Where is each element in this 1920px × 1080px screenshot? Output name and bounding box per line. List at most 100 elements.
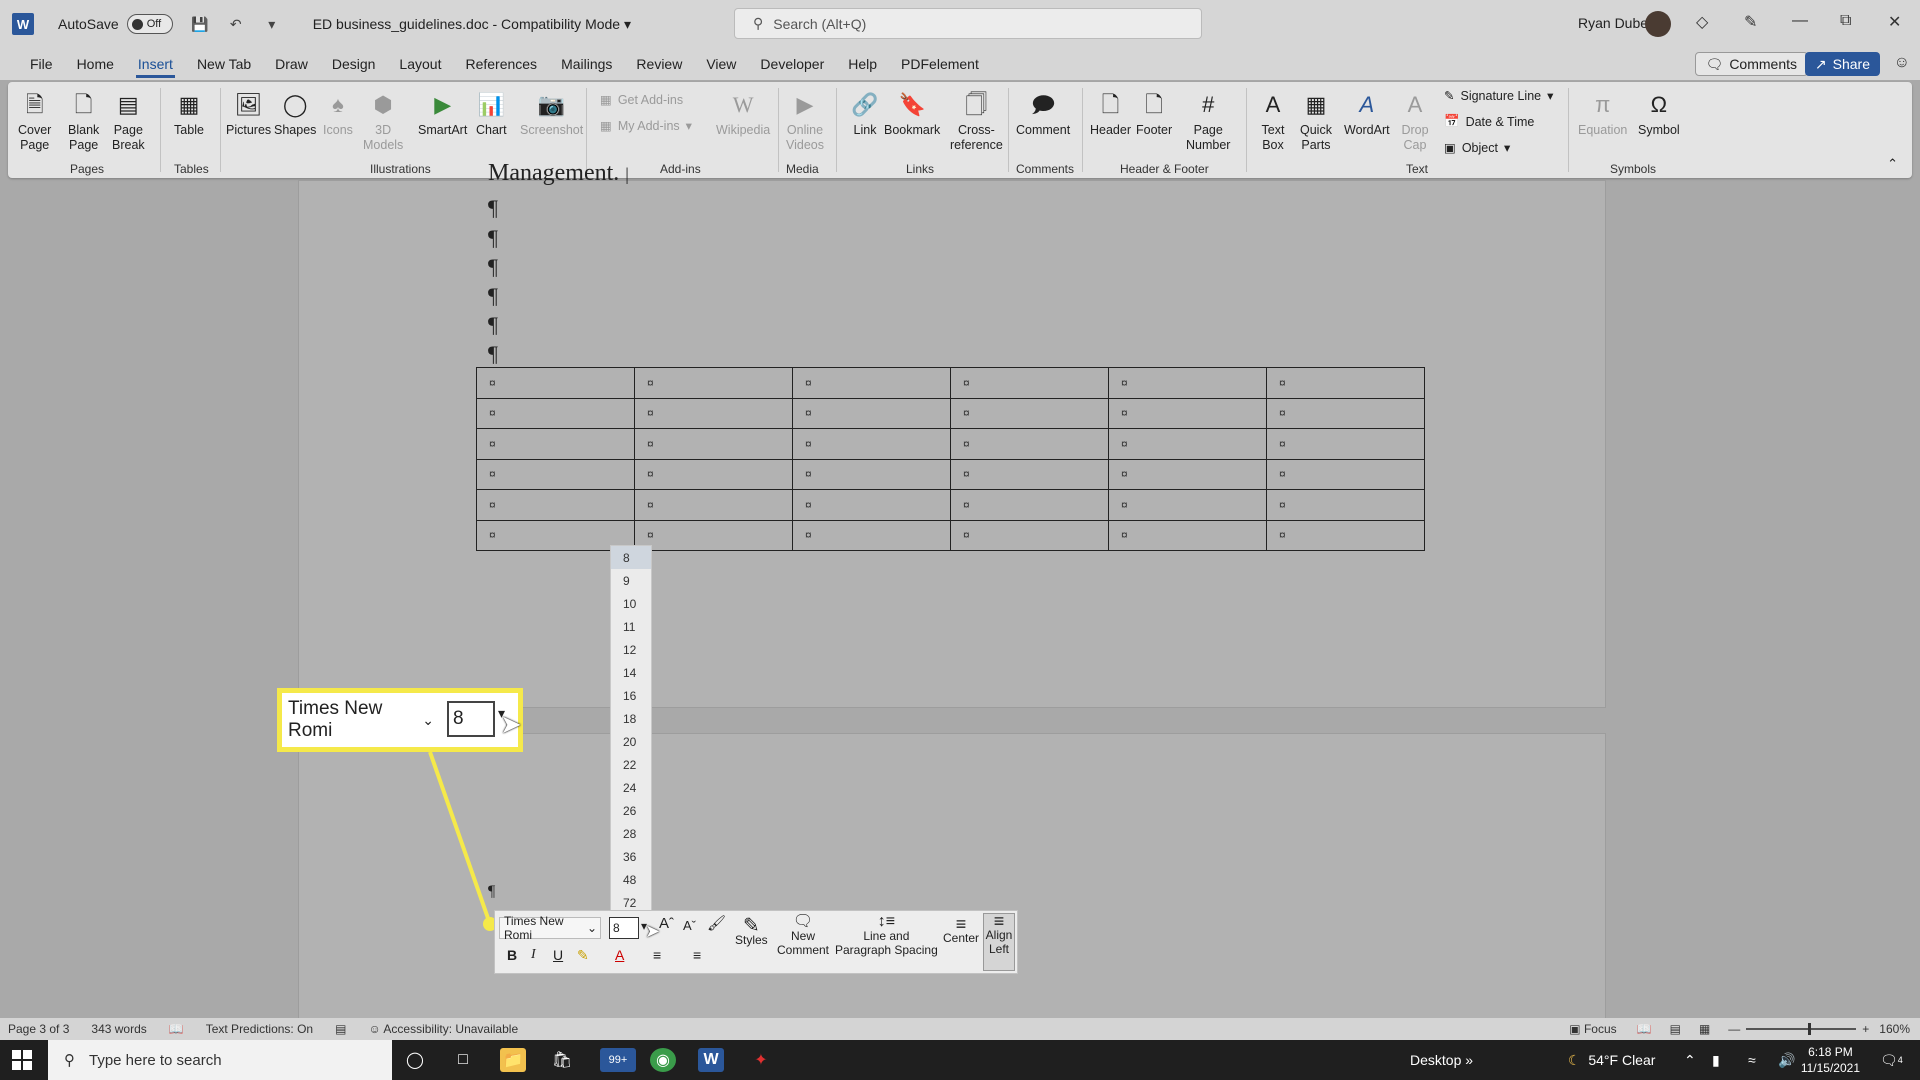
online-videos-button[interactable]: ▶ Online Videos	[786, 88, 824, 153]
volume-icon[interactable]: 🔊	[1778, 1040, 1795, 1080]
font-size-option[interactable]: 11	[611, 615, 651, 638]
underline-button[interactable]: U	[553, 947, 563, 963]
table-cell[interactable]: ¤	[792, 489, 951, 521]
customize-qat-icon[interactable]: ▾	[263, 15, 281, 33]
pdf-app-icon[interactable]: ✦	[748, 1048, 774, 1072]
date-time-button[interactable]: 📅 Date & Time	[1444, 114, 1534, 129]
table-cell[interactable]: ¤	[950, 458, 1109, 490]
document-table[interactable]: ¤ ¤ ¤ ¤ ¤ ¤ ¤ ¤ ¤ ¤ ¤ ¤ ¤ ¤ ¤ ¤ ¤ ¤ ¤ ¤ ¤ ¤ ¤ ¤ ¤ ¤ ¤ ¤ ¤ ¤ ¤ ¤ ¤ ¤ ¤…	[476, 367, 1425, 551]
table-cell[interactable]: ¤	[634, 458, 793, 490]
font-size-option[interactable]: 20	[611, 730, 651, 753]
comments-button[interactable]: 🗨 Comments	[1694, 52, 1808, 76]
store-icon[interactable]: 🛍	[549, 1048, 575, 1072]
font-size-option[interactable]: 10	[611, 592, 651, 615]
table-cell[interactable]: ¤	[950, 397, 1109, 429]
table-cell[interactable]: ¤	[1266, 367, 1425, 399]
table-cell[interactable]: ¤	[950, 428, 1109, 460]
web-layout-icon[interactable]: ▦	[1699, 1022, 1710, 1036]
center-button[interactable]: ≡ Center	[943, 915, 979, 945]
collapse-ribbon-icon[interactable]: ⌃	[1887, 156, 1898, 172]
bold-button[interactable]: B	[507, 947, 517, 963]
word-taskbar-icon[interactable]: W	[698, 1048, 724, 1072]
font-size-option[interactable]: 48	[611, 868, 651, 891]
table-cell[interactable]: ¤	[1108, 428, 1267, 460]
font-size-option[interactable]: 14	[611, 661, 651, 684]
font-size-option[interactable]: 22	[611, 753, 651, 776]
3d-models-button[interactable]: ⬢ 3D Models	[363, 88, 403, 153]
share-button[interactable]: ↗ Share	[1804, 52, 1880, 76]
table-cell[interactable]: ¤	[792, 458, 951, 490]
highlight-icon[interactable]: ✎	[577, 947, 589, 964]
format-painter-icon[interactable]: 🖌	[707, 916, 726, 931]
chrome-icon[interactable]: ◉	[650, 1048, 676, 1072]
shapes-button[interactable]: ◯ Shapes	[274, 88, 316, 138]
mail-icon[interactable]: 99+	[600, 1048, 636, 1072]
equation-button[interactable]: π Equation	[1578, 88, 1627, 138]
page-indicator[interactable]: Page 3 of 3	[8, 1022, 69, 1036]
table-cell[interactable]: ¤	[476, 367, 635, 399]
table-cell[interactable]: ¤	[792, 367, 951, 399]
table-cell[interactable]: ¤	[1108, 519, 1267, 551]
file-explorer-icon[interactable]: 📁	[500, 1048, 526, 1072]
font-size-option[interactable]: 24	[611, 776, 651, 799]
user-name[interactable]: Ryan Dube	[1578, 15, 1648, 31]
close-icon[interactable]: ✕	[1888, 12, 1901, 32]
tab-home[interactable]: Home	[65, 48, 126, 80]
table-cell[interactable]: ¤	[1108, 397, 1267, 429]
table-cell[interactable]: ¤	[792, 397, 951, 429]
text-box-button[interactable]: A Text Box	[1258, 88, 1288, 153]
tab-new-tab[interactable]: New Tab	[185, 48, 263, 80]
table-cell[interactable]: ¤	[792, 428, 951, 460]
cross-reference-button[interactable]: 🗍 Cross- reference	[950, 88, 1003, 153]
document-title[interactable]: ED business_guidelines.doc - Compatibili…	[313, 16, 631, 33]
table-cell[interactable]: ¤	[476, 489, 635, 521]
table-cell[interactable]: ¤	[792, 519, 951, 551]
footer-button[interactable]: 🗋 Footer	[1136, 88, 1172, 138]
cortana-icon[interactable]: ◯	[402, 1048, 428, 1072]
font-size-option[interactable]: 26	[611, 799, 651, 822]
table-cell[interactable]: ¤	[950, 367, 1109, 399]
new-comment-mini-button[interactable]: 🗨 New Comment	[777, 914, 829, 958]
zoom-out-icon[interactable]: —	[1728, 1022, 1740, 1036]
tab-help[interactable]: Help	[836, 48, 889, 80]
tab-layout[interactable]: Layout	[387, 48, 453, 80]
zoom-slider[interactable]	[1746, 1023, 1857, 1035]
table-cell[interactable]: ¤	[476, 428, 635, 460]
font-size-option[interactable]: 9	[611, 569, 651, 592]
taskbar-search-input[interactable]: ⚲ Type here to search	[48, 1040, 392, 1080]
table-cell[interactable]: ¤	[476, 458, 635, 490]
desktop-toolbar[interactable]: Desktop »	[1410, 1040, 1473, 1080]
table-cell[interactable]: ¤	[634, 489, 793, 521]
line-spacing-button[interactable]: ↕≡ Line and Paragraph Spacing	[835, 914, 938, 958]
mini-font-name-field[interactable]: Times New Romi ⌄	[499, 914, 601, 942]
save-icon[interactable]: 💾	[191, 15, 209, 33]
tab-references[interactable]: References	[453, 48, 549, 80]
tab-design[interactable]: Design	[320, 48, 388, 80]
task-view-icon[interactable]: □	[450, 1048, 476, 1072]
table-cell[interactable]: ¤	[1266, 428, 1425, 460]
battery-icon[interactable]: ▮	[1712, 1040, 1720, 1080]
tab-review[interactable]: Review	[624, 48, 694, 80]
blank-page-button[interactable]: 🗋 Blank Page	[68, 88, 99, 153]
bookmark-button[interactable]: 🔖 Bookmark	[884, 88, 940, 138]
link-button[interactable]: 🔗 Link	[850, 88, 880, 138]
font-size-option[interactable]: 18	[611, 707, 651, 730]
table-cell[interactable]: ¤	[634, 428, 793, 460]
windows-start-icon[interactable]	[12, 1050, 32, 1070]
tab-pdfelement[interactable]: PDFelement	[889, 48, 991, 80]
tab-insert[interactable]: Insert	[126, 48, 185, 80]
wordart-button[interactable]: A WordArt	[1344, 88, 1390, 138]
weather-widget[interactable]: ☾ 54°F Clear	[1568, 1040, 1655, 1080]
grow-font-icon[interactable]: Aˆ	[659, 916, 674, 931]
chevron-up-icon[interactable]: ⌃	[1684, 1040, 1696, 1080]
zoom-in-icon[interactable]: +	[1862, 1022, 1869, 1036]
numbering-icon[interactable]: ≡	[693, 947, 701, 963]
feedback-smiley-icon[interactable]: ☺	[1894, 54, 1910, 72]
chart-button[interactable]: 📊 Chart	[476, 88, 507, 138]
zoom-slider-thumb[interactable]	[1808, 1023, 1812, 1035]
new-comment-button[interactable]: 🗩 Comment	[1016, 88, 1070, 138]
table-cell[interactable]: ¤	[1266, 397, 1425, 429]
page-number-button[interactable]: # Page Number	[1186, 88, 1230, 153]
print-layout-icon[interactable]: ▤	[1670, 1022, 1681, 1036]
table-button[interactable]: ▦ Table	[174, 88, 204, 138]
